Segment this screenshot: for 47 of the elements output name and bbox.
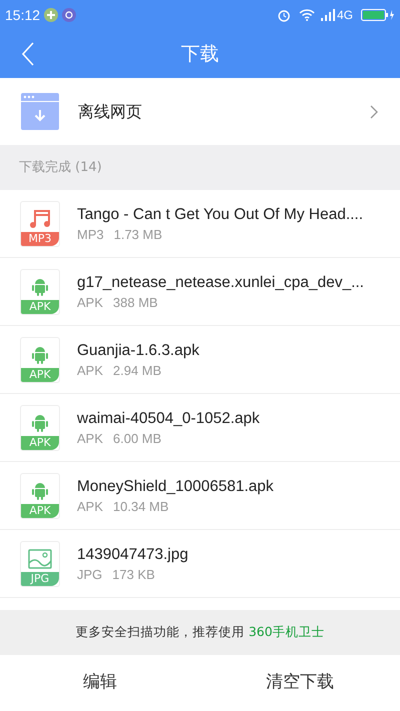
file-name: Guanjia-1.6.3.apk <box>77 340 200 360</box>
clear-downloads-button[interactable]: 清空下载 <box>200 655 400 711</box>
file-type-label: MP3 <box>21 232 59 246</box>
circle-icon <box>62 8 76 22</box>
file-type: APK <box>77 430 104 448</box>
file-type: APK <box>77 294 104 312</box>
battery-icon <box>361 9 395 21</box>
android-icon <box>31 276 49 296</box>
image-icon <box>28 548 52 568</box>
android-icon <box>31 480 49 500</box>
file-size: 173 KB <box>112 566 155 584</box>
file-type: JPG <box>77 566 102 584</box>
file-size: 6.00 MB <box>113 430 162 448</box>
file-size: 10.34 MB <box>113 498 169 516</box>
plus-circle-icon <box>44 8 58 22</box>
edit-button[interactable]: 编辑 <box>0 655 200 711</box>
back-icon <box>21 42 35 66</box>
alarm-icon <box>276 8 291 22</box>
chevron-right-icon <box>370 104 378 118</box>
file-type-label: APK <box>21 436 59 450</box>
file-type-label: APK <box>21 504 59 518</box>
file-name: Tango - Can t Get You Out Of My Head.... <box>77 204 364 224</box>
file-name: 1439047473.jpg <box>77 544 188 564</box>
file-size: 1.73 MB <box>114 226 162 244</box>
file-type: APK <box>77 498 104 516</box>
signal-icon <box>320 9 335 21</box>
wifi-icon <box>298 9 315 21</box>
file-type-label: APK <box>21 368 59 382</box>
file-name: waimai-40504_0-1052.apk <box>77 408 260 428</box>
file-name: g17_netease_netease.xunlei_cpa_dev_... <box>77 272 364 292</box>
file-type-label: APK <box>21 300 59 314</box>
android-icon <box>31 344 49 364</box>
file-size: 388 MB <box>113 294 158 312</box>
page-title: 下载 <box>181 42 219 67</box>
promo-text: 更多安全扫描功能，推荐使用 <box>76 623 245 642</box>
status-time: 15:12 <box>5 6 40 24</box>
file-type: MP3 <box>77 226 104 244</box>
network-type: 4G <box>336 7 353 24</box>
file-type-label: JPG <box>21 572 59 586</box>
browser-download-icon <box>21 93 59 130</box>
file-type: APK <box>77 362 104 380</box>
offline-pages-label: 离线网页 <box>78 100 143 122</box>
section-title: 下载完成 (14) <box>19 158 102 177</box>
file-size: 2.94 MB <box>113 362 162 380</box>
android-icon <box>31 412 49 432</box>
file-name: MoneyShield_10006581.apk <box>77 476 274 496</box>
music-note-icon <box>29 208 51 228</box>
